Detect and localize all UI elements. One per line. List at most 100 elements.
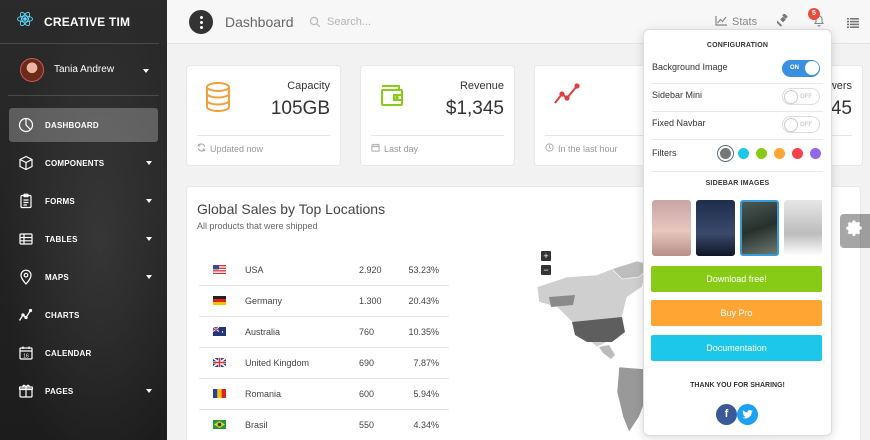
filter-color-red[interactable] xyxy=(792,148,803,159)
search-input[interactable] xyxy=(327,13,447,31)
filter-color-green[interactable] xyxy=(756,148,767,159)
sidebar-item-label: DASHBOARD xyxy=(45,120,99,130)
twitter-icon[interactable] xyxy=(737,404,758,425)
table-row: Brasil 550 4.34% xyxy=(199,410,449,440)
background-image-toggle[interactable]: ON xyxy=(782,60,820,77)
country-name: Brasil xyxy=(245,420,268,430)
country-value: 600 xyxy=(359,389,375,399)
chevron-down-icon xyxy=(146,389,152,393)
config-row-fixed-navbar: Fixed Navbar OFF xyxy=(652,114,823,140)
documentation-button[interactable]: Documentation xyxy=(651,335,822,361)
country-name: Australia xyxy=(245,327,281,337)
filter-color-orange[interactable] xyxy=(774,148,785,159)
stat-footer: In the last hour xyxy=(545,143,618,154)
country-value: 760 xyxy=(359,327,375,337)
fixed-navbar-toggle[interactable]: OFF xyxy=(782,116,820,133)
country-percent: 53.23% xyxy=(408,265,439,275)
stat-label: Revenue xyxy=(459,80,504,92)
brand[interactable]: CREATIVE TIM xyxy=(0,0,159,44)
sidebar-item-pages[interactable]: PAGES xyxy=(9,374,158,408)
facebook-icon[interactable]: f xyxy=(716,404,737,425)
refresh-icon xyxy=(197,143,206,154)
toggle-knob xyxy=(805,61,819,75)
config-row-filters: Filters xyxy=(652,144,823,172)
minimize-sidebar-button[interactable] xyxy=(189,10,213,34)
stat-footer-text: Updated now xyxy=(210,143,264,154)
sidebar-item-dashboard[interactable]: DASHBOARD xyxy=(9,108,158,142)
filter-color-purple[interactable] xyxy=(810,148,821,159)
background-image-label: Background Image xyxy=(652,62,728,72)
stat-card-capacity: Capacity 105GB Updated now xyxy=(186,65,341,166)
stats-link[interactable]: Stats xyxy=(715,15,757,29)
table-row: Australia 760 10.35% xyxy=(199,317,449,348)
sidebar-item-maps[interactable]: MAPS xyxy=(9,260,158,294)
australia-flag-icon xyxy=(213,327,226,336)
cubes-icon xyxy=(17,154,35,172)
stat-footer: Updated now xyxy=(197,143,263,154)
stat-value: 105GB xyxy=(270,98,330,119)
country-percent: 20.43% xyxy=(408,296,439,306)
sidebar-image-thumb[interactable] xyxy=(784,200,822,256)
avatar xyxy=(20,57,44,82)
sidebar-mini-toggle[interactable]: OFF xyxy=(782,88,820,105)
chevron-down-icon xyxy=(146,237,152,241)
sidebar-image-thumb[interactable] xyxy=(652,200,691,256)
country-name: Germany xyxy=(245,296,283,306)
toggle-state: OFF xyxy=(800,122,812,128)
filter-color-azure[interactable] xyxy=(738,148,749,159)
configuration-dropdown: CONFIGURATION Background Image ON Sideba… xyxy=(643,29,832,436)
sidebar-item-charts[interactable]: CHARTS xyxy=(9,298,158,332)
sidebar-item-label: MAPS xyxy=(45,272,69,282)
buy-pro-button[interactable]: Buy Pro xyxy=(651,300,822,326)
sidebar-image-list xyxy=(652,200,822,258)
list-icon[interactable] xyxy=(847,15,859,33)
clipboard-icon xyxy=(17,192,35,210)
notification-badge: 5 xyxy=(808,8,820,20)
sidebar-item-label: TABLES xyxy=(45,234,78,244)
chevron-down-icon xyxy=(146,199,152,203)
germany-flag-icon xyxy=(213,296,226,305)
sidebar-item-calendar[interactable]: 16 CALENDAR xyxy=(9,336,158,370)
brazil-flag-icon xyxy=(213,420,226,429)
download-free-button[interactable]: Download free! xyxy=(651,266,822,292)
country-value: 690 xyxy=(359,358,375,368)
sidebar-images-heading: SIDEBAR IMAGES xyxy=(705,180,770,187)
config-heading: CONFIGURATION xyxy=(706,42,769,49)
sidebar-image-thumb-selected[interactable] xyxy=(740,200,779,256)
line-chart-icon xyxy=(17,306,35,324)
country-name: United Kingdom xyxy=(245,358,310,368)
sidebar-item-label: FORMS xyxy=(45,196,75,206)
brand-name: CREATIVE TIM xyxy=(44,14,131,29)
sidebar-image-thumb[interactable] xyxy=(696,200,735,256)
table-row: Romania 600 5.94% xyxy=(199,379,449,410)
card-title: Global Sales by Top Locations xyxy=(197,201,386,217)
area-chart-icon xyxy=(715,15,728,29)
stat-label: Capacity xyxy=(287,80,330,92)
country-percent: 10.35% xyxy=(408,327,439,337)
stat-footer-text: In the last hour xyxy=(558,143,618,154)
page-title: Dashboard xyxy=(225,14,294,30)
user-menu[interactable]: Tania Andrew xyxy=(8,44,159,96)
stat-footer: Last day xyxy=(371,143,418,154)
svg-text:16: 16 xyxy=(23,353,29,359)
configurator-toggle-button[interactable] xyxy=(840,214,870,248)
country-percent: 4.34% xyxy=(413,420,439,430)
chevron-down-icon xyxy=(146,161,152,165)
search-icon xyxy=(309,15,321,33)
sidebar-item-components[interactable]: COMPONENTS xyxy=(9,146,158,180)
stats-label: Stats xyxy=(732,16,758,28)
gift-icon xyxy=(17,382,35,400)
country-percent: 5.94% xyxy=(413,389,439,399)
calendar-icon: 16 xyxy=(17,344,35,362)
filter-color-black[interactable] xyxy=(720,148,731,159)
us-flag-icon xyxy=(213,265,226,274)
share-heading: THANK YOU FOR SHARING! xyxy=(690,382,785,389)
sidebar-item-tables[interactable]: TABLES xyxy=(9,222,158,256)
sidebar-item-label: PAGES xyxy=(45,386,74,396)
sidebar-item-forms[interactable]: FORMS xyxy=(9,184,158,218)
country-name: Romania xyxy=(245,389,282,399)
config-row-background-image: Background Image ON xyxy=(652,58,823,84)
country-percent: 7.87% xyxy=(413,358,439,368)
chevron-down-icon xyxy=(146,275,152,279)
filter-colors xyxy=(720,148,821,159)
